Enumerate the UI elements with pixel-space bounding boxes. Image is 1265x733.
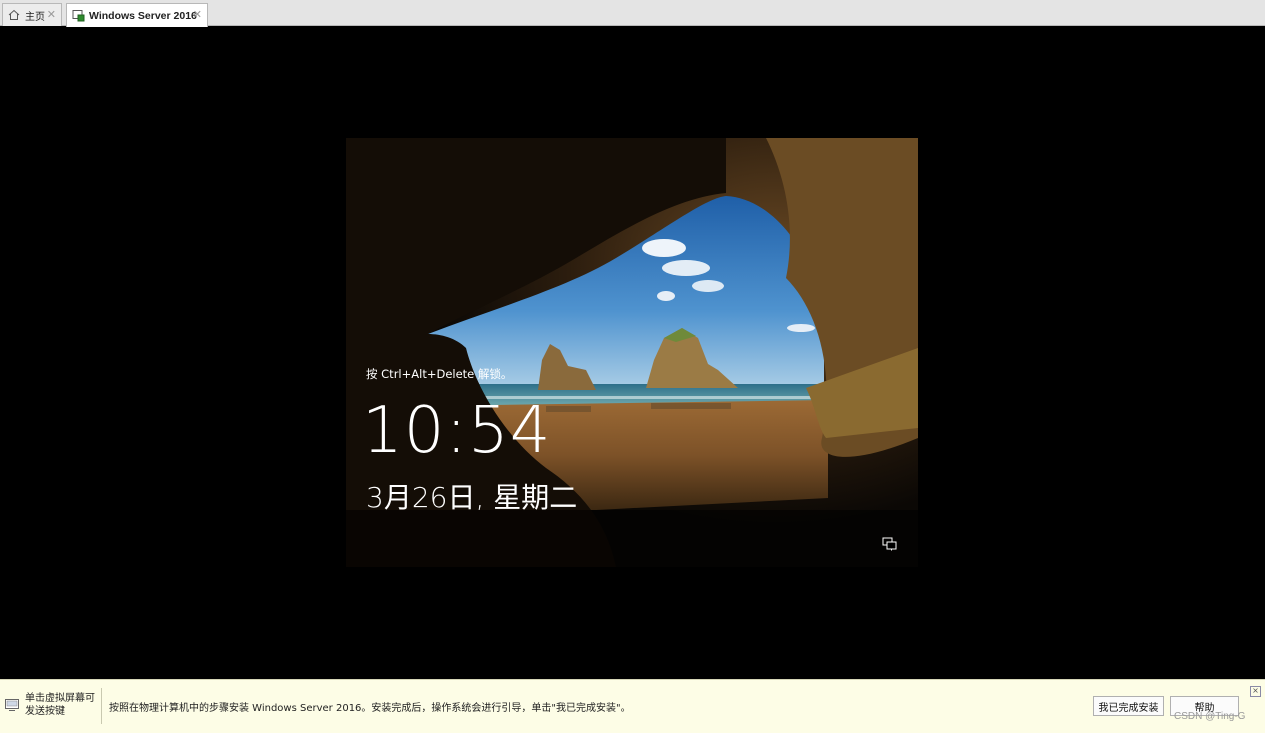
dismiss-icon[interactable]: × bbox=[1250, 686, 1261, 697]
keyboard-send-icon bbox=[5, 699, 19, 711]
vm-display[interactable]: 按 Ctrl+Alt+Delete 解锁。 10:54 3月26日, 星期二 bbox=[346, 138, 918, 567]
lock-time: 10:54 bbox=[362, 394, 552, 468]
tab-home[interactable]: 主页 ✕ bbox=[2, 3, 62, 26]
close-icon[interactable]: ✕ bbox=[193, 8, 202, 21]
vm-icon bbox=[71, 9, 85, 23]
lock-hint: 按 Ctrl+Alt+Delete 解锁。 bbox=[366, 367, 513, 381]
finished-install-button[interactable]: 我已完成安装 bbox=[1093, 696, 1164, 716]
install-info-bar: 单击虚拟屏幕可发送按键 按照在物理计算机中的步骤安装 Windows Serve… bbox=[0, 679, 1265, 733]
tab-bar: 主页 ✕ Windows Server 2016 ✕ bbox=[0, 0, 1265, 27]
home-icon bbox=[7, 8, 21, 22]
tab-home-label: 主页 bbox=[25, 11, 45, 23]
close-icon[interactable]: ✕ bbox=[47, 8, 56, 21]
divider bbox=[101, 688, 102, 724]
network-icon[interactable] bbox=[882, 537, 898, 551]
watermark: CSDN @Ting-G bbox=[1174, 711, 1246, 722]
tab-windows-server-2016[interactable]: Windows Server 2016 ✕ bbox=[66, 3, 208, 27]
install-message: 按照在物理计算机中的步骤安装 Windows Server 2016。安装完成后… bbox=[109, 703, 631, 714]
lock-date: 3月26日, 星期二 bbox=[366, 481, 578, 514]
tab-windows-server-2016-label: Windows Server 2016 bbox=[89, 9, 197, 22]
click-screen-hint: 单击虚拟屏幕可发送按键 bbox=[25, 693, 95, 717]
